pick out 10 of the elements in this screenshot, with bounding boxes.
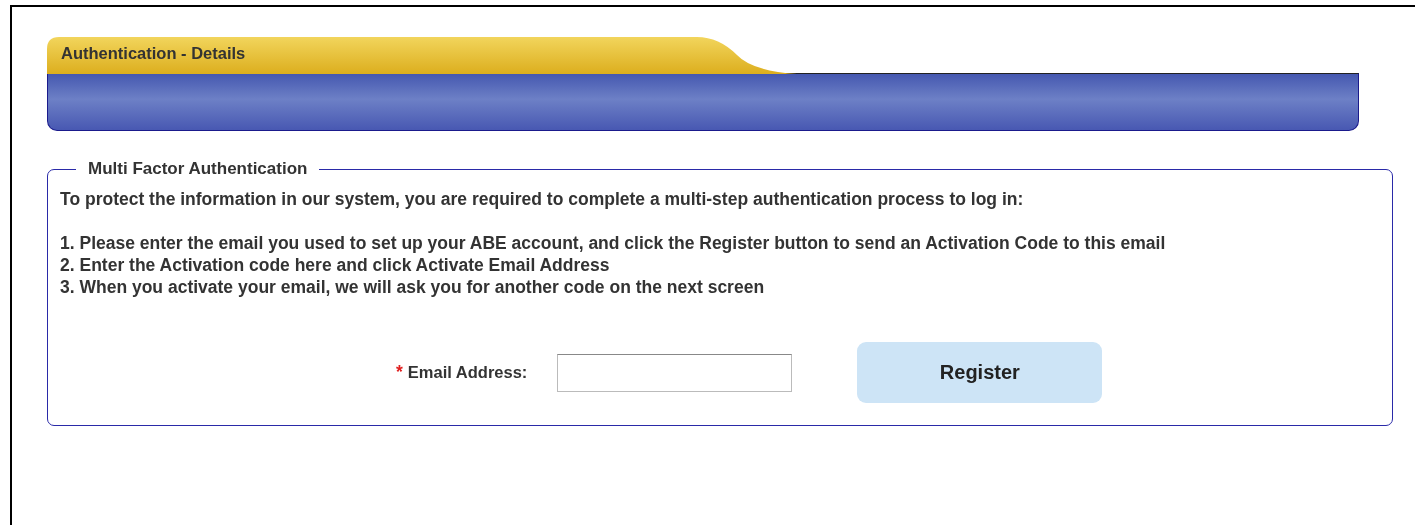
required-mark: * [396,362,403,383]
register-button[interactable]: Register [857,342,1103,403]
intro-text: To protect the information in our system, you are required to complete a multi-step authentication process to log in: [60,189,1025,210]
section-legend: Multi Factor Authentication [76,159,320,179]
email-field[interactable] [557,353,793,392]
step-text: 1. Please enter the email you used to set up your ABE account, and click the Register button to send an Activation Code to this email [60,232,1167,254]
step-text: 3. When you activate your email, we will ask you for another code on the next screen [60,276,766,298]
step-text: 2. Enter the Activation code here and click Activate Email Address [60,254,611,276]
email-label: Email Address: [407,363,528,382]
tab-title: Authentication - Details [61,44,246,63]
